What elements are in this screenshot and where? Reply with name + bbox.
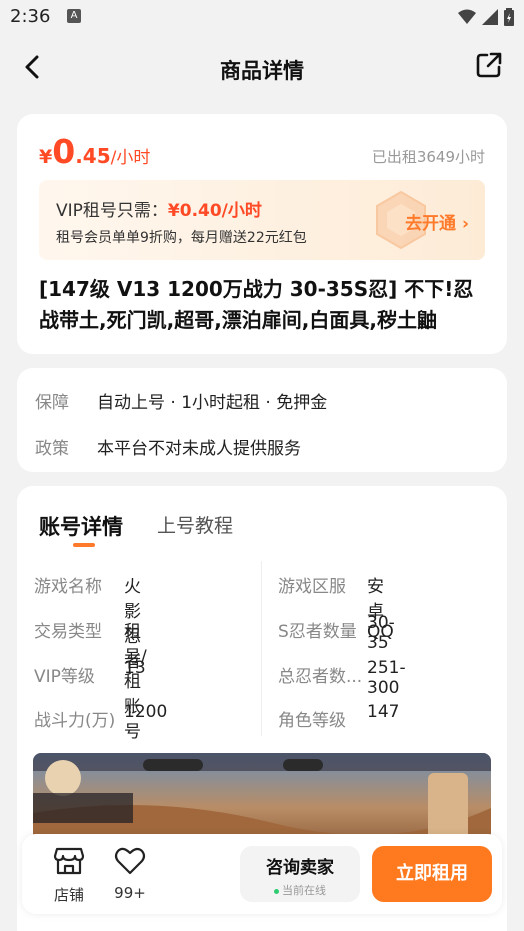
attr-server: 游戏区服 安卓QQ — [278, 572, 394, 642]
guarantee-row: 保障 自动上号 · 1小时起租 · 免押金 — [35, 388, 327, 413]
bottom-action-bar: 店铺 99+ 咨询卖家 当前在线 立即租用 — [22, 834, 502, 914]
page-title: 商品详情 — [220, 59, 304, 83]
attr-value: 1200 — [124, 702, 168, 722]
attr-game-name: 游戏名称 火影忍者 — [34, 572, 141, 672]
online-dot-icon — [274, 888, 279, 894]
policy-value: 本平台不对未成人提供服务 — [97, 439, 301, 459]
attr-vip-level: VIP等级 13 — [34, 658, 146, 687]
status-time: 2:36 — [10, 6, 51, 27]
column-divider — [261, 561, 262, 736]
product-title: [147级 V13 1200万战力 30-35S忍] 不下!忍战带土,死门凯,超… — [39, 277, 474, 332]
favorite-button[interactable]: 99+ — [110, 846, 150, 902]
attr-key: VIP等级 — [34, 667, 95, 687]
attr-key: 游戏名称 — [34, 577, 102, 597]
rent-now-button[interactable]: 立即租用 — [372, 846, 492, 902]
battery-icon — [504, 8, 514, 26]
vip-price: ¥0.40/小时 — [167, 201, 262, 221]
price-card: ¥0.45/小时 已出租3649小时 VIP租号只需：¥0.40/小时 租号会员… — [17, 114, 507, 354]
shop-icon — [53, 847, 85, 875]
policy-row: 政策 本平台不对未成人提供服务 — [35, 434, 301, 459]
attr-value: 30-35 — [367, 613, 395, 653]
vip-description: 租号会员单单9折购，每月赠送22元红包 — [56, 230, 307, 246]
top-nav: 商品详情 — [0, 36, 524, 100]
tab-account-details[interactable]: 账号详情 — [39, 511, 123, 541]
vip-banner[interactable]: VIP租号只需：¥0.40/小时 租号会员单单9折购，每月赠送22元红包 去开通… — [39, 180, 485, 260]
consult-title: 咨询卖家 — [266, 858, 334, 878]
attr-combat-power: 战斗力(万) 1200 — [34, 702, 167, 731]
online-status-label: 当前在线 — [282, 884, 326, 897]
consult-seller-button[interactable]: 咨询卖家 当前在线 — [240, 846, 360, 902]
attr-s-ninja-count: S忍者数量 30-35 — [278, 613, 395, 653]
vip-label: VIP租号只需： — [56, 201, 168, 221]
attr-key: 角色等级 — [278, 711, 346, 731]
favorite-count: 99+ — [114, 884, 146, 902]
attr-key: 总忍者数... — [278, 667, 363, 687]
attr-trade-type: 交易类型 租号/租账号 — [34, 617, 147, 742]
policy-key: 政策 — [35, 439, 69, 459]
heart-icon — [114, 847, 146, 875]
attr-value: 147 — [367, 702, 400, 722]
shop-button[interactable]: 店铺 — [50, 846, 88, 905]
price-integer: 0 — [52, 132, 76, 171]
attr-total-ninja: 总忍者数... 251-300 — [278, 658, 406, 698]
chevron-right-icon: › — [461, 214, 469, 234]
vip-price-line: VIP租号只需：¥0.40/小时 — [56, 196, 262, 221]
share-icon[interactable] — [474, 50, 504, 80]
attr-key: S忍者数量 — [278, 622, 357, 642]
guarantee-value: 自动上号 · 1小时起租 · 免押金 — [97, 393, 328, 413]
online-status: 当前在线 — [240, 882, 360, 898]
currency-symbol: ¥ — [39, 146, 53, 168]
attr-key: 游戏区服 — [278, 577, 346, 597]
hourly-price: ¥0.45/小时 — [39, 132, 150, 171]
policy-card: 保障 自动上号 · 1小时起租 · 免押金 政策 本平台不对未成人提供服务 — [17, 368, 507, 472]
wifi-icon — [458, 9, 476, 24]
tab-login-tutorial[interactable]: 上号教程 — [157, 511, 233, 538]
price-unit: /小时 — [110, 148, 151, 168]
price-decimal: .45 — [75, 144, 111, 168]
status-bar: 2:36 A — [0, 0, 524, 36]
rented-hours: 已出租3649小时 — [371, 148, 485, 166]
vip-open-label: 去开通 — [405, 214, 457, 234]
attr-value: 13 — [124, 658, 146, 678]
attr-key: 战斗力(万) — [34, 711, 116, 731]
notification-a-icon: A — [67, 9, 81, 23]
active-tab-indicator — [73, 543, 95, 547]
system-icons — [458, 8, 514, 26]
signal-icon — [482, 9, 498, 25]
attr-value: 租号/租账号 — [124, 622, 147, 742]
guarantee-key: 保障 — [35, 393, 69, 413]
vip-open-button[interactable]: 去开通 › — [405, 209, 469, 234]
attr-key: 交易类型 — [34, 622, 102, 642]
attr-value: 251-300 — [367, 658, 406, 698]
shop-label: 店铺 — [53, 886, 84, 904]
attr-role-level: 角色等级 147 — [278, 702, 399, 731]
